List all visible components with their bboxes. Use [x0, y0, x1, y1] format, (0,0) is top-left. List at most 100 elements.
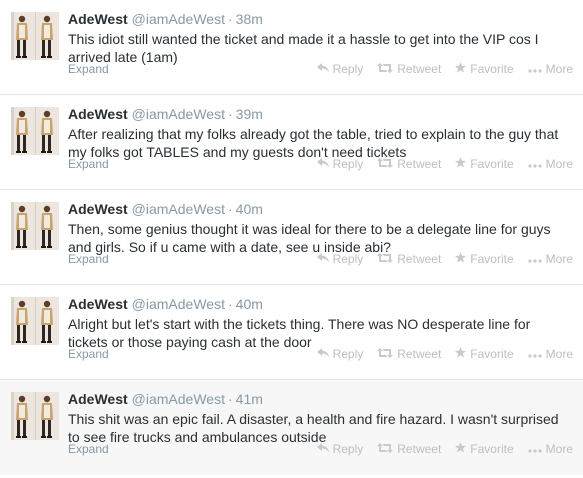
tweet-footer: Expand Reply Retweet Favorite More	[68, 252, 573, 268]
tweet-actions: Reply Retweet Favorite More	[303, 252, 573, 266]
expand-link[interactable]: Expand	[68, 62, 109, 76]
star-icon	[455, 62, 467, 76]
more-button[interactable]: More	[528, 252, 573, 266]
tweet[interactable]: AdeWest @iamAdeWest · 40m Then, some genius…	[0, 190, 583, 285]
retweet-icon	[377, 157, 394, 171]
favorite-button[interactable]: Favorite	[455, 62, 514, 76]
header-separator: ·	[227, 296, 233, 312]
tweet-header: AdeWest @iamAdeWest · 40m	[68, 295, 573, 313]
user-fullname[interactable]: AdeWest	[68, 11, 128, 27]
more-button[interactable]: More	[528, 62, 573, 76]
avatar[interactable]	[11, 202, 59, 250]
avatar[interactable]	[11, 297, 59, 345]
user-fullname[interactable]: AdeWest	[68, 391, 128, 407]
favorite-label: Favorite	[470, 347, 514, 361]
tweet-footer: Expand Reply Retweet Favorite More	[68, 347, 573, 363]
retweet-icon	[377, 62, 394, 76]
more-label: More	[545, 442, 573, 456]
tweet-content: AdeWest @iamAdeWest · 41m This shit was an …	[68, 390, 573, 446]
user-handle[interactable]: @iamAdeWest	[132, 201, 225, 217]
reply-label: Reply	[332, 157, 364, 171]
reply-button[interactable]: Reply	[316, 157, 364, 171]
more-button[interactable]: More	[528, 347, 573, 361]
reply-label: Reply	[332, 442, 364, 456]
tweet-header: AdeWest @iamAdeWest · 38m	[68, 10, 573, 28]
favorite-button[interactable]: Favorite	[455, 442, 514, 456]
tweet-header: AdeWest @iamAdeWest · 40m	[68, 200, 573, 218]
timeline: AdeWest @iamAdeWest · 38m This idiot still …	[0, 0, 583, 478]
expand-link[interactable]: Expand	[68, 252, 109, 266]
tweet-text-line: After realizing that my folks already go…	[68, 126, 559, 142]
tweet-footer: Expand Reply Retweet Favorite More	[68, 157, 573, 173]
user-fullname[interactable]: AdeWest	[68, 296, 128, 312]
more-button[interactable]: More	[528, 157, 573, 171]
reply-button[interactable]: Reply	[316, 62, 364, 76]
retweet-label: Retweet	[397, 62, 442, 76]
header-separator: ·	[227, 391, 233, 407]
star-icon	[455, 347, 467, 361]
tweet[interactable]: AdeWest @iamAdeWest · 39m After realizing t…	[0, 95, 583, 190]
reply-label: Reply	[332, 252, 364, 266]
tweet-timestamp[interactable]: 38m	[236, 11, 263, 27]
more-dots-icon	[528, 347, 542, 361]
tweet-timestamp[interactable]: 39m	[236, 106, 263, 122]
tweet-timestamp[interactable]: 40m	[236, 296, 263, 312]
tweet-timestamp[interactable]: 41m	[236, 391, 263, 407]
user-handle[interactable]: @iamAdeWest	[132, 106, 225, 122]
retweet-label: Retweet	[397, 252, 442, 266]
user-fullname[interactable]: AdeWest	[68, 201, 128, 217]
tweet[interactable]: AdeWest @iamAdeWest · 41m This shit was an …	[0, 380, 583, 475]
tweet-content: AdeWest @iamAdeWest · 40m Alright but let's…	[68, 295, 573, 351]
tweet[interactable]: AdeWest @iamAdeWest · 40m Alright but let's…	[0, 285, 583, 380]
retweet-button[interactable]: Retweet	[377, 442, 441, 456]
star-icon	[455, 157, 467, 171]
retweet-button[interactable]: Retweet	[377, 157, 441, 171]
reply-icon	[316, 62, 329, 76]
retweet-label: Retweet	[397, 442, 442, 456]
user-handle[interactable]: @iamAdeWest	[132, 391, 225, 407]
avatar-image-icon	[11, 107, 59, 155]
avatar[interactable]	[11, 392, 59, 440]
user-handle[interactable]: @iamAdeWest	[132, 296, 225, 312]
tweet-content: AdeWest @iamAdeWest · 38m This idiot still …	[68, 10, 573, 66]
reply-label: Reply	[332, 62, 364, 76]
header-separator: ·	[227, 11, 233, 27]
more-label: More	[545, 252, 573, 266]
avatar[interactable]	[11, 12, 59, 60]
retweet-icon	[377, 442, 394, 456]
favorite-label: Favorite	[470, 252, 514, 266]
favorite-button[interactable]: Favorite	[455, 157, 514, 171]
reply-label: Reply	[332, 347, 364, 361]
tweet-text-line: Then, some genius thought it was ideal f…	[68, 221, 551, 237]
tweet-footer: Expand Reply Retweet Favorite More	[68, 442, 573, 458]
tweet[interactable]: AdeWest @iamAdeWest · 38m This idiot still …	[0, 0, 583, 95]
expand-link[interactable]: Expand	[68, 347, 109, 361]
retweet-button[interactable]: Retweet	[377, 347, 441, 361]
retweet-icon	[377, 347, 394, 361]
more-dots-icon	[528, 157, 542, 171]
avatar[interactable]	[11, 107, 59, 155]
user-handle[interactable]: @iamAdeWest	[132, 11, 225, 27]
reply-button[interactable]: Reply	[316, 347, 364, 361]
user-fullname[interactable]: AdeWest	[68, 106, 128, 122]
retweet-button[interactable]: Retweet	[377, 62, 441, 76]
tweet-timestamp[interactable]: 40m	[236, 201, 263, 217]
retweet-button[interactable]: Retweet	[377, 252, 441, 266]
expand-link[interactable]: Expand	[68, 157, 109, 171]
tweet-content: AdeWest @iamAdeWest · 39m After realizing t…	[68, 105, 573, 161]
more-button[interactable]: More	[528, 442, 573, 456]
favorite-label: Favorite	[470, 442, 514, 456]
favorite-button[interactable]: Favorite	[455, 252, 514, 266]
tweet-text-line: Alright but let's start with the tickets…	[68, 316, 531, 332]
tweet-text: This shit was an epic fail. A disaster, …	[68, 410, 573, 446]
avatar-image-icon	[11, 202, 59, 250]
favorite-button[interactable]: Favorite	[455, 347, 514, 361]
expand-link[interactable]: Expand	[68, 442, 109, 456]
retweet-label: Retweet	[397, 157, 442, 171]
reply-button[interactable]: Reply	[316, 442, 364, 456]
more-label: More	[545, 62, 573, 76]
tweet-actions: Reply Retweet Favorite More	[303, 347, 573, 361]
reply-button[interactable]: Reply	[316, 252, 364, 266]
reply-icon	[316, 157, 329, 171]
favorite-label: Favorite	[470, 157, 514, 171]
